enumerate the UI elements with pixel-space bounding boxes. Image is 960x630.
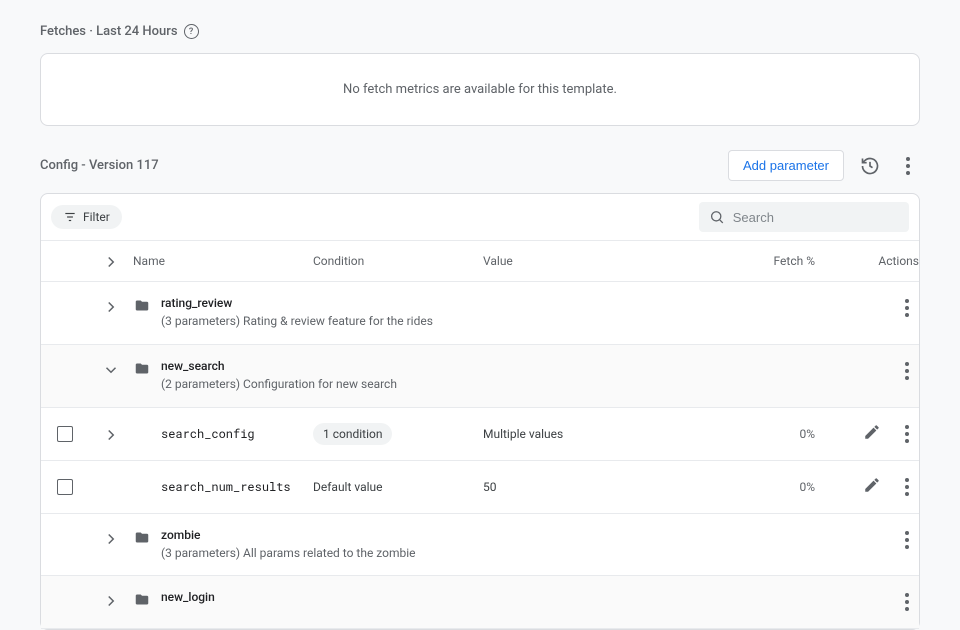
row-more-button[interactable] — [895, 359, 919, 383]
row-more-button[interactable] — [895, 422, 919, 446]
search-icon — [709, 208, 725, 226]
param-fetch: 0% — [733, 480, 823, 494]
group-desc: (2 parameters) Configuration for new sea… — [161, 376, 397, 393]
search-box[interactable] — [699, 202, 909, 232]
group-desc: (3 parameters) All params related to the… — [161, 545, 416, 562]
help-icon[interactable]: ? — [184, 24, 199, 39]
fetches-section-title: Fetches · Last 24 Hours ? — [40, 24, 920, 39]
config-header: Config - Version 117 Add parameter — [40, 150, 920, 181]
col-fetch[interactable]: Fetch % — [733, 254, 823, 268]
col-value[interactable]: Value — [483, 254, 733, 268]
param-value: Multiple values — [483, 427, 733, 441]
folder-icon — [133, 590, 151, 610]
config-title: Config - Version 117 — [40, 158, 159, 173]
folder-icon — [133, 296, 151, 330]
row-more-button[interactable] — [895, 296, 919, 320]
expand-toggle[interactable] — [89, 359, 133, 379]
param-name: search_num_results — [161, 479, 291, 495]
expand-toggle[interactable] — [89, 296, 133, 316]
param-row[interactable]: search_num_results Default value500% — [41, 461, 919, 514]
expand-all-toggle[interactable] — [102, 253, 120, 271]
col-condition[interactable]: Condition — [313, 254, 483, 268]
folder-icon — [133, 528, 151, 562]
group-name: new_search — [161, 359, 397, 373]
search-input[interactable] — [733, 210, 899, 225]
fetches-empty-card: No fetch metrics are available for this … — [40, 53, 920, 126]
col-actions: Actions — [823, 254, 931, 268]
edit-button[interactable] — [863, 423, 881, 444]
expand-toggle[interactable] — [89, 424, 133, 444]
history-icon[interactable] — [858, 154, 882, 178]
fetches-empty-text: No fetch metrics are available for this … — [343, 82, 617, 97]
param-condition: 1 condition — [313, 423, 483, 445]
filter-label: Filter — [83, 210, 110, 224]
row-checkbox[interactable] — [57, 426, 73, 442]
more-menu-button[interactable] — [896, 154, 920, 178]
table-toolbar: Filter — [41, 194, 919, 241]
param-row[interactable]: search_config 1 conditionMultiple values0… — [41, 408, 919, 461]
param-value: 50 — [483, 480, 733, 494]
col-name[interactable]: Name — [133, 254, 313, 268]
group-row[interactable]: zombie (3 parameters) All params related … — [41, 514, 919, 577]
expand-toggle[interactable] — [89, 528, 133, 548]
filter-button[interactable]: Filter — [51, 205, 122, 229]
row-checkbox[interactable] — [57, 479, 73, 495]
add-parameter-button[interactable]: Add parameter — [728, 150, 844, 181]
expand-toggle[interactable] — [89, 486, 133, 488]
group-name: new_login — [161, 590, 215, 604]
group-row[interactable]: new_search (2 parameters) Configuration f… — [41, 345, 919, 408]
group-desc: (3 parameters) Rating & review feature f… — [161, 313, 433, 330]
config-table-card: Filter Name Condition Value Fetch % Acti… — [40, 193, 920, 630]
group-name: rating_review — [161, 296, 433, 310]
table-header: Name Condition Value Fetch % Actions — [41, 241, 919, 282]
param-condition: Default value — [313, 480, 483, 494]
group-name: zombie — [161, 528, 416, 542]
param-name: search_config — [161, 426, 255, 442]
edit-button[interactable] — [863, 476, 881, 497]
row-more-button[interactable] — [895, 590, 919, 614]
group-row[interactable]: rating_review (3 parameters) Rating & rev… — [41, 282, 919, 345]
group-row[interactable]: new_login — [41, 576, 919, 629]
expand-toggle[interactable] — [89, 590, 133, 610]
folder-icon — [133, 359, 151, 393]
param-fetch: 0% — [733, 427, 823, 441]
row-more-button[interactable] — [895, 475, 919, 499]
fetches-title-text: Fetches · Last 24 Hours — [40, 24, 178, 39]
